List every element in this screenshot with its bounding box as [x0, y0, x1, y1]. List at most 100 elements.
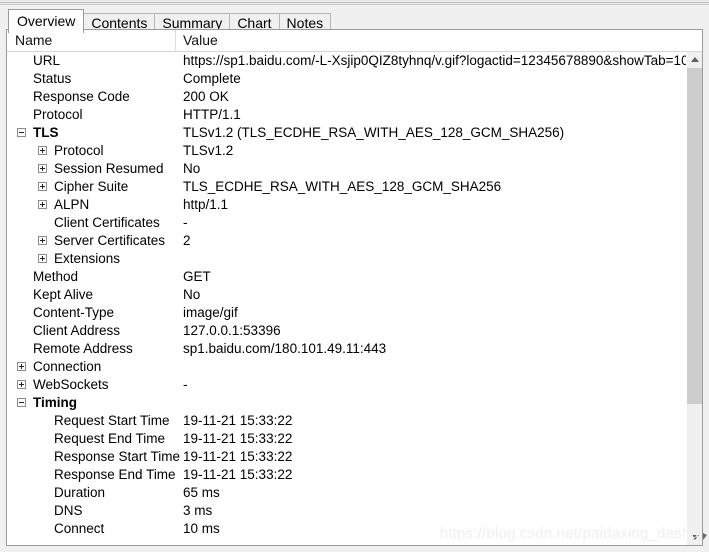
property-row[interactable]: Connection	[7, 358, 702, 376]
mouse-cursor-icon	[703, 533, 707, 540]
property-name: Kept Alive	[33, 287, 94, 302]
property-value: http/1.1	[183, 197, 229, 212]
expand-node-icon[interactable]	[38, 182, 47, 191]
property-row[interactable]: Kept Alive No	[7, 286, 702, 304]
property-row[interactable]: Timing	[7, 394, 702, 412]
expand-node-icon[interactable]	[17, 362, 26, 371]
expand-node-icon[interactable]	[38, 164, 47, 173]
property-name: Remote Address	[33, 341, 133, 356]
property-value: 10 ms	[183, 521, 220, 536]
column-divider[interactable]	[175, 30, 176, 51]
column-header-name[interactable]: Name	[15, 30, 52, 51]
property-name: URL	[33, 53, 61, 68]
property-value: 3 ms	[183, 503, 213, 518]
property-value: 19-11-21 15:33:22	[183, 467, 293, 482]
property-name: Extensions	[54, 251, 121, 266]
expand-node-icon[interactable]	[17, 380, 26, 389]
property-value: 2	[183, 233, 191, 248]
property-value: 19-11-21 15:33:22	[183, 449, 293, 464]
property-name: Connect	[54, 521, 105, 536]
window-frame-line-middle	[0, 2, 709, 3]
expand-node-icon[interactable]	[38, 146, 47, 155]
property-row[interactable]: Response Start Time 19-11-21 15:33:22	[7, 448, 702, 466]
property-value: 19-11-21 15:33:22	[183, 431, 293, 446]
property-row[interactable]: Client Certificates -	[7, 214, 702, 232]
scroll-up-arrow-button[interactable]	[687, 52, 702, 68]
property-value: https://sp1.baidu.com/-L-Xsjip0QIZ8tyhnq…	[183, 53, 693, 68]
collapse-node-icon[interactable]	[17, 128, 26, 137]
property-row[interactable]: Protocol HTTP/1.1	[7, 106, 702, 124]
property-tree-grid: URL https://sp1.baidu.com/-L-Xsjip0QIZ8ty…	[7, 52, 702, 545]
scrollbar-track-lower[interactable]	[687, 404, 702, 529]
property-name: Response End Time	[54, 467, 176, 482]
scrollbar-thumb[interactable]	[687, 68, 702, 404]
tab-overview[interactable]: Overview	[8, 9, 85, 33]
property-name: Client Address	[33, 323, 121, 338]
property-row[interactable]: Method GET	[7, 268, 702, 286]
property-value: HTTP/1.1	[183, 107, 241, 122]
property-value: TLS_ECDHE_RSA_WITH_AES_128_GCM_SHA256	[183, 179, 502, 194]
column-header-bar: Name Value	[7, 30, 702, 52]
chevron-down-icon	[691, 535, 699, 540]
property-value: No	[183, 161, 201, 176]
expand-node-icon[interactable]	[38, 200, 47, 209]
property-name: Cipher Suite	[54, 179, 129, 194]
property-name: Status	[33, 71, 72, 86]
property-row[interactable]: Content-Type image/gif	[7, 304, 702, 322]
property-name: DNS	[54, 503, 83, 518]
property-name: WebSockets	[33, 377, 109, 392]
property-name: Timing	[33, 395, 78, 410]
property-value: Complete	[183, 71, 241, 86]
property-row[interactable]: Protocol TLSv1.2	[7, 142, 702, 160]
property-row[interactable]: Remote Address sp1.baidu.com/180.101.49.1…	[7, 340, 702, 358]
property-row[interactable]: DNS 3 ms	[7, 502, 702, 520]
property-row[interactable]: Status Complete	[7, 70, 702, 88]
property-value: sp1.baidu.com/180.101.49.11:443	[183, 341, 387, 356]
property-row[interactable]: Request Start Time 19-11-21 15:33:22	[7, 412, 702, 430]
property-row[interactable]: Connect 10 ms	[7, 520, 702, 538]
property-name: Response Start Time	[54, 449, 181, 464]
property-row[interactable]: TLS TLSv1.2 (TLS_ECDHE_RSA_WITH_AES_128_G…	[7, 124, 702, 142]
property-row[interactable]: Cipher Suite TLS_ECDHE_RSA_WITH_AES_128_G…	[7, 178, 702, 196]
property-name: Client Certificates	[54, 215, 160, 230]
property-row[interactable]: URL https://sp1.baidu.com/-L-Xsjip0QIZ8ty…	[7, 52, 702, 70]
property-row[interactable]: Duration 65 ms	[7, 484, 702, 502]
property-name: Server Certificates	[54, 233, 166, 248]
property-value: 65 ms	[183, 485, 220, 500]
property-name: Session Resumed	[54, 161, 164, 176]
property-name: Response Code	[33, 89, 130, 104]
overview-panel: Name Value URL https://sp1.baidu.com/-L-X…	[6, 29, 703, 546]
property-row[interactable]: Extensions	[7, 250, 702, 268]
property-value: 200 OK	[183, 89, 229, 104]
property-row[interactable]: Request End Time 19-11-21 15:33:22	[7, 430, 702, 448]
property-name: Protocol	[54, 143, 104, 158]
property-row[interactable]: Session Resumed No	[7, 160, 702, 178]
chevron-up-icon	[691, 57, 699, 62]
scroll-down-arrow-button[interactable]	[687, 529, 702, 545]
property-row[interactable]: Response Code 200 OK	[7, 88, 702, 106]
column-header-value[interactable]: Value	[183, 30, 218, 51]
property-name: TLS	[33, 125, 59, 140]
expand-node-icon[interactable]	[38, 254, 47, 263]
property-value: TLSv1.2 (TLS_ECDHE_RSA_WITH_AES_128_GCM_…	[183, 125, 565, 140]
property-row[interactable]: Response End Time 19-11-21 15:33:22	[7, 466, 702, 484]
vertical-scrollbar[interactable]	[686, 52, 702, 545]
property-row[interactable]: WebSockets -	[7, 376, 702, 394]
property-name: Duration	[54, 485, 106, 500]
property-value: -	[183, 377, 188, 392]
property-value: -	[183, 215, 188, 230]
property-value: No	[183, 287, 201, 302]
property-value: GET	[183, 269, 211, 284]
expand-node-icon[interactable]	[38, 236, 47, 245]
session-inspector-window: Overview Contents Summary Chart Notes Name V…	[0, 0, 709, 552]
property-name: Connection	[33, 359, 102, 374]
collapse-node-icon[interactable]	[17, 398, 26, 407]
property-row[interactable]: Client Address 127.0.0.1:53396	[7, 322, 702, 340]
window-frame-line-top	[0, 0, 709, 1]
property-value: 127.0.0.1:53396	[183, 323, 281, 338]
property-value: TLSv1.2	[183, 143, 234, 158]
property-name: Protocol	[33, 107, 83, 122]
property-value: image/gif	[183, 305, 238, 320]
property-row[interactable]: Server Certificates 2	[7, 232, 702, 250]
property-row[interactable]: ALPN http/1.1	[7, 196, 702, 214]
